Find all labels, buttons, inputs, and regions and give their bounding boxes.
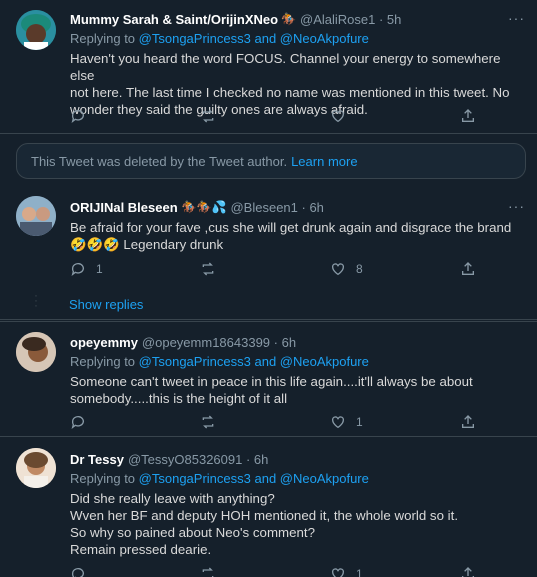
deleted-notice-text: This Tweet was deleted by the Tweet auth… <box>31 153 288 169</box>
replying-to-label: Replying to <box>70 354 136 369</box>
like-count: 1 <box>356 415 363 429</box>
tweet-text: Someone can't tweet in peace in this lif… <box>70 373 523 407</box>
author-handle[interactable]: @opeyemm18643399 · 6h <box>142 335 296 350</box>
reply-icon <box>71 110 84 123</box>
avatar[interactable] <box>16 332 56 372</box>
share-icon <box>462 109 474 122</box>
heart-icon <box>332 110 344 123</box>
retweet-icon <box>202 262 214 276</box>
like-count: 8 <box>356 262 363 276</box>
tweet-line: Did she really leave with anything? <box>70 491 275 506</box>
reply-icon <box>71 416 84 429</box>
author-badge: 🏇 <box>281 12 296 26</box>
tweet-line: not here. The last time I checked no nam… <box>70 85 510 100</box>
mention-link[interactable]: @TsongaPrincess3 and @NeoAkpofure <box>139 31 369 46</box>
like-button[interactable] <box>330 107 400 125</box>
author-handle[interactable]: @TessyO85326091 · 6h <box>128 452 268 467</box>
tweet-line: Wven her BF and deputy HOH mentioned it,… <box>70 508 459 523</box>
avatar[interactable] <box>16 448 56 488</box>
share-icon <box>462 262 474 275</box>
replying-to: Replying to @TsongaPrincess3 and @NeoAkp… <box>70 354 523 369</box>
retweet-button[interactable] <box>200 260 270 278</box>
like-button[interactable]: 1 <box>330 565 400 577</box>
heart-icon <box>332 568 344 577</box>
reply-icon <box>71 263 84 276</box>
avatar[interactable] <box>16 196 56 236</box>
share-icon <box>462 567 474 577</box>
deleted-tweet-notice: This Tweet was deleted by the Tweet auth… <box>16 143 526 179</box>
reply-count: 1 <box>96 262 103 276</box>
tweet-text: Did she really leave with anything? Wven… <box>70 490 523 558</box>
retweet-button[interactable] <box>200 413 270 431</box>
more-icon[interactable]: ··· <box>508 198 525 214</box>
tweet-line: So why so pained about Neo's comment? <box>70 525 315 540</box>
laughing-emoji: 🤣🤣🤣 <box>70 237 120 252</box>
retweet-icon <box>202 109 214 123</box>
like-button[interactable]: 1 <box>330 413 400 431</box>
reply-button[interactable] <box>70 413 140 431</box>
mention-link[interactable]: @TsongaPrincess3 and @NeoAkpofure <box>139 354 369 369</box>
author-handle[interactable]: @Bleseen1 · 6h <box>230 200 323 215</box>
share-button[interactable] <box>460 413 480 431</box>
tweet[interactable]: Mummy Sarah & Saint/OrijinXNeo 🏇 @AlaliR… <box>0 0 537 134</box>
author-name[interactable]: Dr Tessy <box>70 452 124 467</box>
tweet-text: Be afraid for your fave ,cus she will ge… <box>70 219 523 253</box>
author-name[interactable]: Mummy Sarah & Saint/OrijinXNeo <box>70 12 278 27</box>
tweet-line: Haven't you heard the word FOCUS. Channe… <box>70 51 501 83</box>
replying-to: Replying to @TsongaPrincess3 and @NeoAkp… <box>70 471 523 486</box>
author-handle[interactable]: @AlaliRose1 · 5h <box>300 12 401 27</box>
tweet-line-text: Legendary drunk <box>123 237 224 252</box>
replying-to-label: Replying to <box>70 31 136 46</box>
heart-icon <box>332 263 344 276</box>
show-replies-link[interactable]: Show replies <box>69 297 143 312</box>
share-icon <box>462 415 474 428</box>
like-count: 1 <box>356 567 363 577</box>
mention-link[interactable]: @TsongaPrincess3 and @NeoAkpofure <box>139 471 369 486</box>
tweet[interactable]: opeyemmy @opeyemm18643399 · 6h Replying … <box>0 321 537 437</box>
more-icon[interactable]: ··· <box>508 10 525 26</box>
replying-to: Replying to @TsongaPrincess3 and @NeoAkp… <box>70 31 523 46</box>
tweet-line: 🤣🤣🤣 Legendary drunk <box>70 236 523 253</box>
learn-more-link[interactable]: Learn more <box>291 154 357 169</box>
tweet-line: Remain pressed dearie. <box>70 542 212 557</box>
tweet[interactable]: Dr Tessy @TessyO85326091 · 6h Replying t… <box>0 438 537 577</box>
retweet-icon <box>202 415 214 429</box>
retweet-button[interactable] <box>200 107 270 125</box>
avatar[interactable] <box>16 10 56 50</box>
share-button[interactable] <box>460 565 480 577</box>
heart-icon <box>332 416 344 429</box>
like-button[interactable]: 8 <box>330 260 400 278</box>
replying-to-label: Replying to <box>70 471 136 486</box>
share-button[interactable] <box>460 260 480 278</box>
tweet-line: somebody.....this is the height of it al… <box>70 391 288 406</box>
reply-button[interactable]: 1 <box>70 260 140 278</box>
author-badge: 🏇🏇💦 <box>181 200 227 214</box>
tweet-line: Be afraid for your fave ,cus she will ge… <box>70 220 512 235</box>
tweet-line: Someone can't tweet in peace in this lif… <box>70 374 473 389</box>
retweet-button[interactable] <box>200 565 270 577</box>
reply-icon <box>71 568 84 577</box>
reply-button[interactable] <box>70 565 140 577</box>
retweet-icon <box>202 567 214 577</box>
author-name[interactable]: opeyemmy <box>70 335 138 350</box>
thread-connector: · · · <box>34 288 38 312</box>
reply-button[interactable] <box>70 107 140 125</box>
author-name[interactable]: ORIJINal Bleseen <box>70 200 178 215</box>
share-button[interactable] <box>460 107 480 125</box>
